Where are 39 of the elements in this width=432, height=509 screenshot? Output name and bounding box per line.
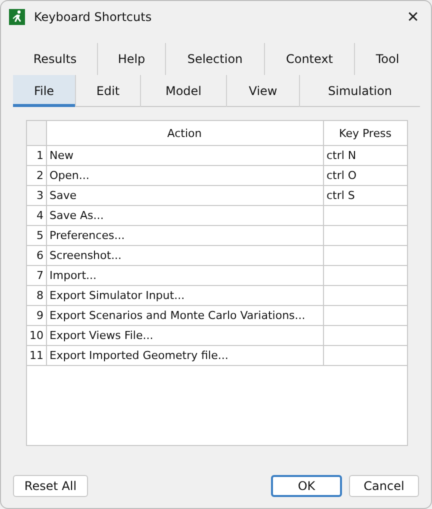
tab[interactable]: Context [264, 43, 354, 75]
column-header: Action [46, 121, 323, 146]
table-cell: Save [46, 186, 323, 206]
table-cell: Screenshot... [46, 246, 323, 266]
row-number: 10 [27, 326, 46, 346]
table-cell: Export Imported Geometry file... [46, 346, 323, 366]
tab[interactable]: Tool [354, 43, 420, 75]
row-number: 4 [27, 206, 46, 226]
row-number: 3 [27, 186, 46, 206]
table-cell: Import... [46, 266, 323, 286]
row-number: 7 [27, 266, 46, 286]
row-number: 1 [27, 146, 46, 166]
table-cell: Export Views File... [46, 326, 323, 346]
row-number: 8 [27, 286, 46, 306]
tab[interactable]: View [226, 75, 299, 107]
row-number: 2 [27, 166, 46, 186]
tab[interactable]: Selection [165, 43, 264, 75]
row-number: 5 [27, 226, 46, 246]
row-number: 6 [27, 246, 46, 266]
column-header: Key Press [323, 121, 407, 146]
tab[interactable]: File [13, 75, 75, 107]
tab[interactable]: Results [13, 43, 97, 75]
app-icon [9, 9, 25, 25]
table-cell: Export Scenarios and Monte Carlo Variations... [46, 306, 323, 326]
dialog-button[interactable]: OK [271, 475, 342, 497]
table-cell: Save As... [46, 206, 323, 226]
tab[interactable]: Simulation [299, 75, 420, 107]
window-title: Keyboard Shortcuts [34, 10, 153, 24]
tab[interactable]: Model [140, 75, 226, 107]
tab[interactable]: Edit [75, 75, 140, 107]
dialog-button[interactable]: Cancel [349, 475, 419, 497]
tab[interactable]: Help [97, 43, 165, 75]
table-cell: Open... [46, 166, 323, 186]
table-cell: Preferences... [46, 226, 323, 246]
row-number: 9 [27, 306, 46, 326]
dialog-button[interactable]: Reset All [13, 475, 88, 497]
table-cell: New [46, 146, 323, 166]
row-number: 11 [27, 346, 46, 366]
table-cell: Export Simulator Input... [46, 286, 323, 306]
